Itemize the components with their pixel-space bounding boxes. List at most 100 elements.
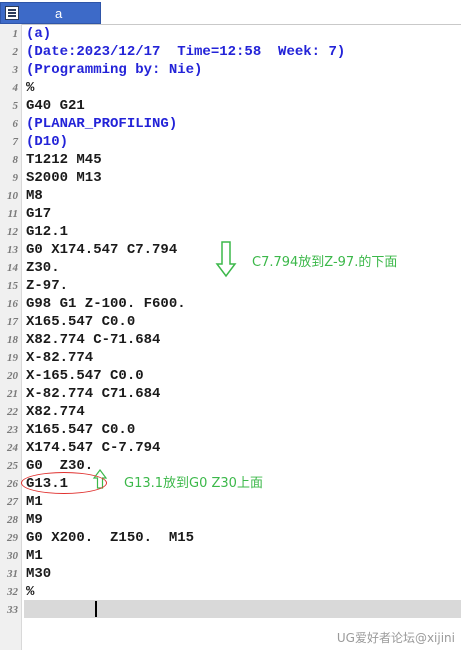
code-text: G0 X200. Z150. M15: [26, 530, 195, 546]
code-line[interactable]: 1 (a): [0, 25, 461, 43]
code-line[interactable]: 3 (Programming by: Nie): [0, 61, 461, 79]
code-line[interactable]: 10 M8: [0, 187, 461, 205]
code-line[interactable]: 24 X174.547 C-7.794: [0, 439, 461, 457]
code-line[interactable]: 21 X-82.774 C71.684: [0, 385, 461, 403]
code-text: X-165.547 C0.0: [26, 368, 144, 384]
code-line[interactable]: 2 (Date:2023/12/17 Time=12:58 Week: 7): [0, 43, 461, 61]
code-text: G17: [26, 206, 52, 222]
code-text: (Programming by: Nie): [26, 62, 203, 78]
code-text: (D10): [26, 134, 69, 150]
code-text: S2000 M13: [26, 170, 102, 186]
watermark: UG爱好者论坛@xijini: [336, 631, 455, 645]
code-line[interactable]: 27 M1: [0, 493, 461, 511]
code-text: X165.547 C0.0: [26, 314, 136, 330]
line-number: 3: [12, 64, 19, 76]
text-caret: [95, 601, 97, 617]
tab-label: a: [55, 6, 63, 21]
code-text: (PLANAR_PROFILING): [26, 116, 178, 132]
line-number: 20: [7, 370, 18, 382]
line-number: 17: [7, 316, 18, 328]
code-line[interactable]: 22 X82.774: [0, 403, 461, 421]
code-text: G98 G1 Z-100. F600.: [26, 296, 186, 312]
code-line[interactable]: 12 G12.1: [0, 223, 461, 241]
line-number: 12: [7, 226, 18, 238]
line-number: 30: [7, 550, 18, 562]
line-number: 22: [7, 406, 18, 418]
line-number: 15: [7, 280, 18, 292]
code-text: G0 X174.547 C7.794: [26, 242, 178, 258]
line-number: 11: [7, 208, 18, 220]
line-number: 6: [12, 118, 19, 130]
line-number: 9: [12, 172, 19, 184]
code-line[interactable]: 6 (PLANAR_PROFILING): [0, 115, 461, 133]
annotation-move-g13: G13.1放到G0 Z30上面: [124, 476, 263, 491]
code-text: (a): [26, 26, 52, 42]
line-number: 8: [12, 154, 19, 166]
code-text: G40 G21: [26, 98, 85, 114]
code-text: X165.547 C0.0: [26, 422, 136, 438]
line-number: 33: [7, 604, 18, 616]
line-number: 18: [7, 334, 18, 346]
code-text: T1212 M45: [26, 152, 102, 168]
line-number: 23: [7, 424, 18, 436]
code-line[interactable]: 9 S2000 M13: [0, 169, 461, 187]
nc-file-icon: [5, 6, 19, 20]
code-text: Z-97.: [26, 278, 69, 294]
code-line[interactable]: 23 X165.547 C0.0: [0, 421, 461, 439]
code-line[interactable]: 29 G0 X200. Z150. M15: [0, 529, 461, 547]
line-number: 5: [12, 100, 19, 112]
code-text: X82.774 C-71.684: [26, 332, 161, 348]
file-tab[interactable]: a: [0, 2, 101, 24]
line-number: 1: [12, 28, 19, 40]
code-text: Z30.: [26, 260, 60, 276]
code-text: X174.547 C-7.794: [26, 440, 161, 456]
line-number: 21: [7, 388, 18, 400]
line-number: 7: [12, 136, 19, 148]
code-line[interactable]: 5 G40 G21: [0, 97, 461, 115]
code-line[interactable]: 31 M30: [0, 565, 461, 583]
code-text: G12.1: [26, 224, 69, 240]
code-line[interactable]: 18 X82.774 C-71.684: [0, 331, 461, 349]
code-line[interactable]: 20 X-165.547 C0.0: [0, 367, 461, 385]
line-number: 16: [7, 298, 18, 310]
line-number: 4: [12, 82, 19, 94]
code-line[interactable]: 28 M9: [0, 511, 461, 529]
line-number: 26: [7, 478, 18, 490]
line-number: 31: [7, 568, 18, 580]
code-editor[interactable]: 1 (a) 2 (Date:2023/12/17 Time=12:58 Week: 7…: [0, 25, 461, 625]
code-text: %: [26, 584, 35, 600]
line-number: 32: [7, 586, 18, 598]
code-text: M8: [26, 188, 43, 204]
annotation-move-c: C7.794放到Z-97.的下面: [252, 255, 398, 270]
highlight-ellipse: [21, 472, 107, 494]
code-line[interactable]: 19 X-82.774: [0, 349, 461, 367]
line-number: 25: [7, 460, 18, 472]
code-text: M1: [26, 548, 43, 564]
code-text: X-82.774: [26, 350, 94, 366]
code-text: M30: [26, 566, 52, 582]
line-number: 28: [7, 514, 18, 526]
code-line[interactable]: 16 G98 G1 Z-100. F600.: [0, 295, 461, 313]
line-number: 27: [7, 496, 18, 508]
code-line[interactable]: 11 G17: [0, 205, 461, 223]
line-number: 2: [12, 46, 19, 58]
line-number: 29: [7, 532, 18, 544]
tab-bar: a: [0, 0, 461, 25]
code-line[interactable]: 7 (D10): [0, 133, 461, 151]
code-text: X82.774: [26, 404, 85, 420]
arrow-down-icon: [215, 241, 237, 278]
line-number: 13: [7, 244, 18, 256]
code-text: M1: [26, 494, 43, 510]
line-number: 14: [7, 262, 18, 274]
code-text: X-82.774 C71.684: [26, 386, 161, 402]
current-line-highlight: [24, 600, 461, 618]
code-line[interactable]: 8 T1212 M45: [0, 151, 461, 169]
line-number: 24: [7, 442, 18, 454]
code-text: %: [26, 80, 35, 96]
code-line[interactable]: 30 M1: [0, 547, 461, 565]
code-line[interactable]: 17 X165.547 C0.0: [0, 313, 461, 331]
line-number: 10: [7, 190, 18, 202]
code-text: (Date:2023/12/17 Time=12:58 Week: 7): [26, 44, 346, 60]
code-line[interactable]: 4%: [0, 79, 461, 97]
code-line[interactable]: 32%: [0, 583, 461, 601]
